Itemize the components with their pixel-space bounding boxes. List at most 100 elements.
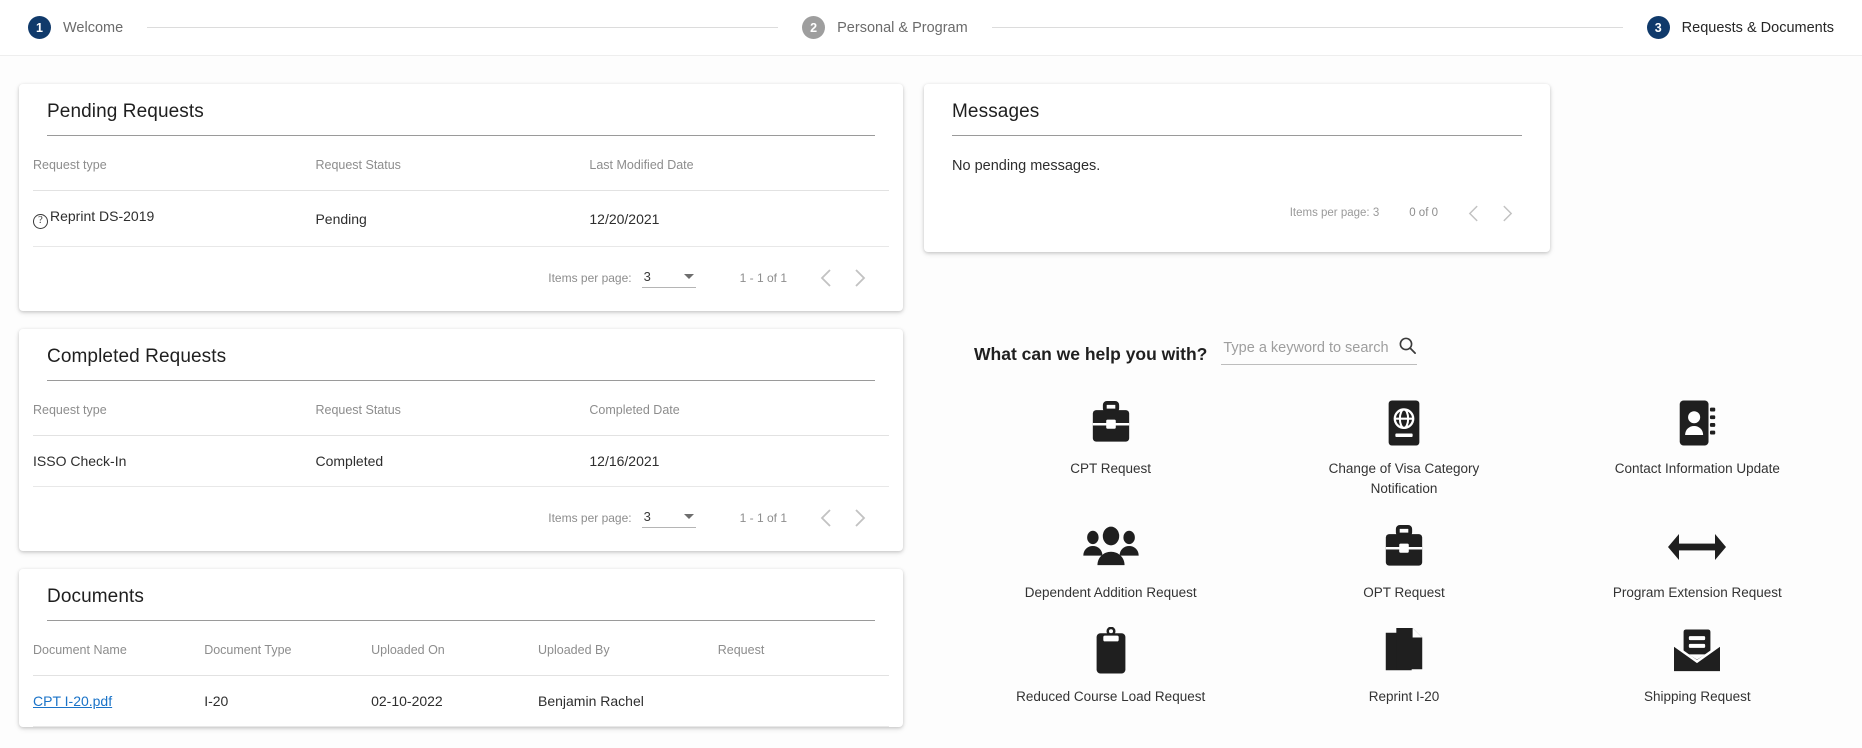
column-header-request-type: Request type: [33, 136, 316, 191]
service-tile-label: Program Extension Request: [1612, 585, 1782, 600]
messages-paginator: Items per page: 3 0 of 0: [938, 174, 1536, 252]
table-row[interactable]: ISSO Check-In Completed 12/16/2021: [33, 435, 889, 487]
help-circle-icon[interactable]: ?: [33, 214, 48, 229]
completed-requests-table: Request type Request Status Completed Da…: [33, 381, 889, 487]
items-per-page-value: 3: [643, 509, 651, 524]
passport-globe-icon: [1384, 399, 1424, 447]
next-page-button[interactable]: [1490, 196, 1524, 230]
search-field-wrapper: [1221, 336, 1418, 365]
items-per-page-label: Items per page:: [548, 511, 632, 525]
pending-requests-title: Pending Requests: [47, 101, 204, 122]
table-header-row: Request type Request Status Last Modifie…: [33, 136, 889, 191]
table-row[interactable]: ? Reprint DS-2019 Pending 12/20/2021: [33, 190, 889, 247]
step-label-personal-program: Personal & Program: [837, 19, 968, 36]
page-range-label: 1 - 1 of 1: [739, 271, 787, 285]
column-header-last-modified-date: Last Modified Date: [589, 136, 889, 191]
page-range-label: 1 - 1 of 1: [739, 511, 787, 525]
clipboard-icon: [1093, 627, 1129, 675]
next-page-button[interactable]: [843, 501, 877, 535]
service-tile-reduced-course-load-request[interactable]: Reduced Course Load Request: [964, 627, 1257, 707]
stepper-step-requests-documents[interactable]: 3 Requests & Documents: [1643, 16, 1838, 39]
items-per-page-label: Items per page: 3: [1290, 207, 1380, 219]
service-tile-contact-information-update[interactable]: Contact Information Update: [1551, 399, 1844, 499]
service-tile-label: Reduced Course Load Request: [1016, 689, 1206, 704]
pending-requests-card: Pending Requests Request type Request St…: [19, 84, 903, 311]
open-envelope-icon: [1671, 627, 1723, 675]
stepper-step-personal-program[interactable]: 2 Personal & Program: [798, 16, 972, 39]
pending-requests-table: Request type Request Status Last Modifie…: [33, 136, 889, 247]
step-label-welcome: Welcome: [63, 19, 124, 36]
help-section: What can we help you with? Type a keywor…: [924, 300, 1850, 707]
cell-request-status: Completed: [315, 435, 590, 487]
people-group-icon: [1082, 523, 1140, 571]
service-request-grid: CPT Request Change of Visa Category Noti…: [964, 399, 1844, 707]
page-root: 1 Welcome 2 Personal & Program 3 Request…: [0, 0, 1862, 748]
messages-card: Messages No pending messages. Items per …: [924, 84, 1550, 252]
contact-card-icon: [1676, 399, 1718, 447]
pending-requests-paginator: Items per page: 3 1 - 1 of 1: [33, 247, 889, 311]
service-tile-opt-request[interactable]: OPT Request: [1257, 523, 1550, 603]
cell-document-type: I-20: [204, 675, 372, 727]
search-icon[interactable]: [1398, 336, 1417, 360]
help-search-bar: What can we help you with?: [974, 336, 1850, 365]
previous-page-button[interactable]: [809, 501, 843, 535]
table-header-row: Document Name Document Type Uploaded On …: [33, 621, 889, 676]
service-tile-dependent-addition-request[interactable]: Dependent Addition Request: [964, 523, 1257, 603]
left-column: Pending Requests Request type Request St…: [19, 84, 903, 727]
completed-requests-paginator: Items per page: 3 1 - 1 of 1: [33, 487, 889, 551]
service-tile-label: Reprint I-20: [1368, 689, 1440, 704]
table-row[interactable]: CPT I-20.pdf I-20 02-10-2022 Benjamin Ra…: [33, 675, 889, 727]
stepper-connector-1: [147, 27, 779, 28]
service-tile-label: Change of Visa Category Notification: [1328, 461, 1480, 496]
completed-requests-title: Completed Requests: [47, 346, 227, 367]
service-tile-program-extension-request[interactable]: Program Extension Request: [1551, 523, 1844, 603]
progress-stepper: 1 Welcome 2 Personal & Program 3 Request…: [0, 0, 1862, 56]
stepper-connector-2: [991, 27, 1623, 28]
chevron-down-icon: [683, 274, 694, 279]
service-tile-label: Shipping Request: [1644, 689, 1751, 704]
cell-request-type: ISSO Check-In: [33, 435, 316, 487]
cell-last-modified-date: 12/20/2021: [589, 190, 889, 247]
messages-title: Messages: [952, 101, 1040, 122]
search-input[interactable]: [1221, 339, 1391, 357]
page-range-label: 0 of 0: [1409, 207, 1438, 219]
copy-documents-icon: [1383, 627, 1425, 675]
help-search-title: What can we help you with?: [974, 344, 1208, 364]
step-label-requests-documents: Requests & Documents: [1681, 19, 1834, 36]
step-number-badge-3: 3: [1646, 16, 1670, 39]
column-header-uploaded-by: Uploaded By: [538, 621, 718, 676]
previous-page-button[interactable]: [1456, 196, 1490, 230]
pending-request-type-text: Reprint DS-2019: [50, 208, 155, 224]
next-page-button[interactable]: [843, 261, 877, 295]
service-tile-label: OPT Request: [1363, 585, 1445, 600]
service-tile-label: CPT Request: [1070, 461, 1152, 476]
cell-uploaded-by: Benjamin Rachel: [538, 675, 718, 727]
briefcase-icon: [1381, 523, 1427, 571]
service-tile-label: Dependent Addition Request: [1024, 585, 1197, 600]
column-header-request-type: Request type: [33, 381, 316, 436]
cell-document-name: CPT I-20.pdf: [33, 675, 205, 727]
documents-title: Documents: [47, 586, 144, 607]
stepper-step-welcome[interactable]: 1 Welcome: [24, 16, 127, 39]
service-tile-reprint-i-20[interactable]: Reprint I-20: [1257, 627, 1550, 707]
service-tile-change-of-visa-category-notification[interactable]: Change of Visa Category Notification: [1257, 399, 1550, 499]
previous-page-button[interactable]: [809, 261, 843, 295]
step-number-badge-2: 2: [802, 16, 826, 39]
briefcase-icon: [1088, 399, 1134, 447]
documents-table: Document Name Document Type Uploaded On …: [33, 621, 889, 727]
document-link[interactable]: CPT I-20.pdf: [33, 693, 112, 709]
cell-uploaded-on: 02-10-2022: [371, 675, 538, 727]
column-header-uploaded-on: Uploaded On: [371, 621, 538, 676]
chevron-down-icon: [683, 514, 694, 519]
step-number-badge-1: 1: [28, 16, 51, 39]
service-tile-shipping-request[interactable]: Shipping Request: [1551, 627, 1844, 707]
items-per-page-value: 3: [643, 269, 651, 284]
double-arrow-icon: [1667, 523, 1727, 571]
column-header-request: Request: [717, 621, 889, 676]
cell-request: [717, 675, 889, 727]
items-per-page-value: 3: [1372, 207, 1380, 219]
items-per-page-select[interactable]: 3: [641, 268, 696, 288]
cell-request-type: ? Reprint DS-2019: [33, 190, 316, 247]
items-per-page-select[interactable]: 3: [641, 508, 696, 528]
service-tile-cpt-request[interactable]: CPT Request: [964, 399, 1257, 499]
